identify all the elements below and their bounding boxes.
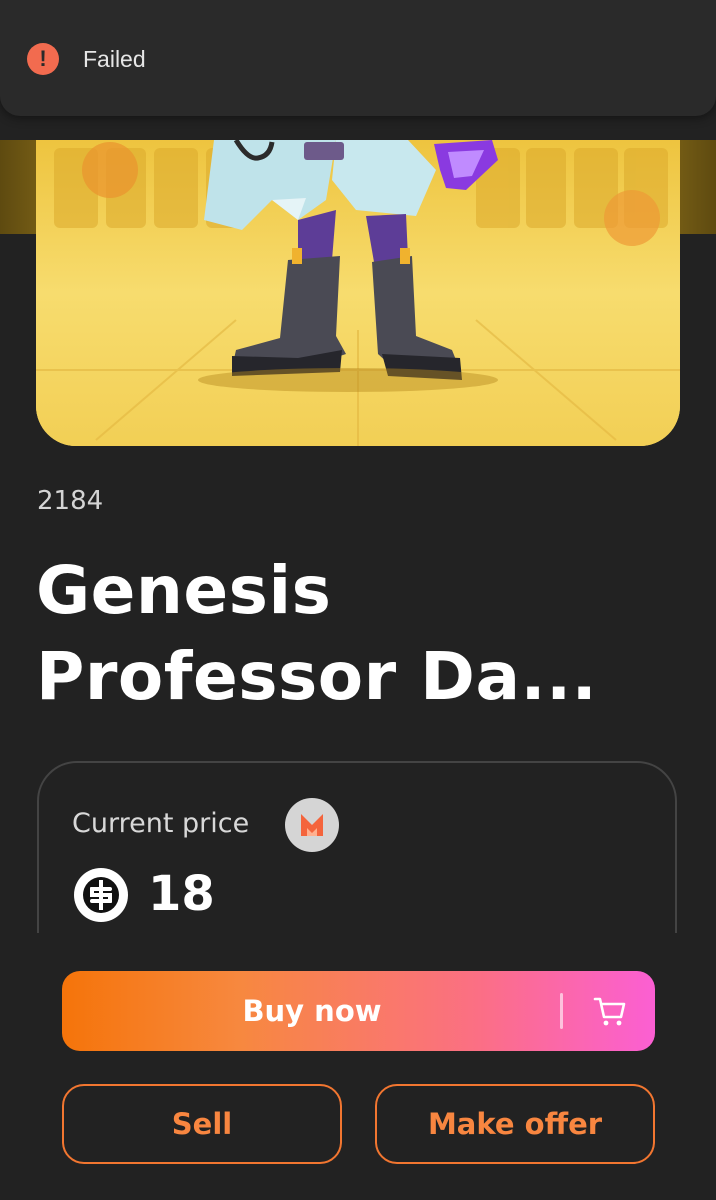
price-value: 18 [148, 866, 215, 922]
error-icon: ! [27, 43, 59, 75]
buy-now-button[interactable]: Buy now [62, 971, 655, 1051]
hero-image [36, 140, 680, 446]
current-price-label: Current price [72, 808, 250, 839]
sell-button[interactable]: Sell [62, 1084, 342, 1164]
cart-icon[interactable] [592, 993, 628, 1029]
buy-now-label: Buy now [242, 994, 382, 1028]
error-toast: ! Failed [0, 0, 716, 116]
dollar-coin-icon [74, 868, 128, 922]
toast-message: Failed [83, 46, 146, 72]
buy-divider [560, 993, 563, 1029]
item-title: Genesis Professor Da... [36, 552, 598, 715]
nft-detail-page: ! Failed 2184 Genesis Professor Da... Cu… [0, 0, 716, 1200]
marketplace-logo-icon [285, 798, 339, 852]
token-id: 2184 [37, 486, 104, 516]
make-offer-button[interactable]: Make offer [375, 1084, 655, 1164]
